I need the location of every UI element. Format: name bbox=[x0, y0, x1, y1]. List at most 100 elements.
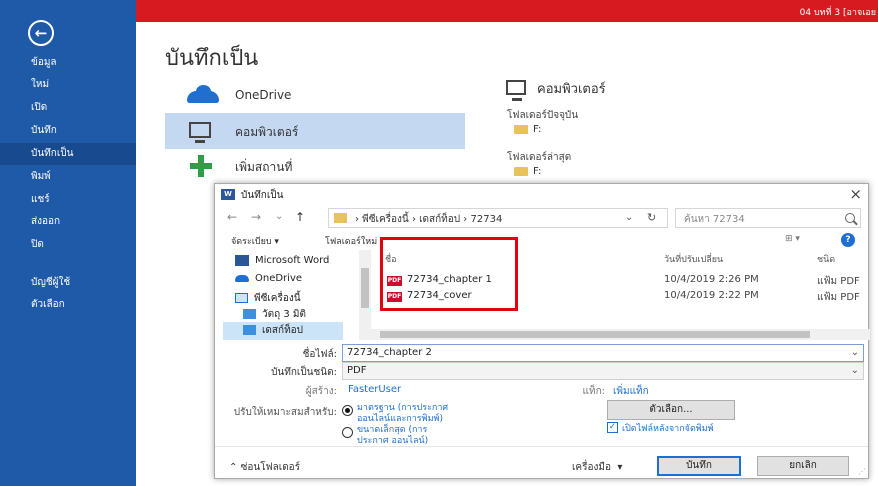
word-icon bbox=[235, 254, 249, 266]
file-type: แฟ้ม PDF bbox=[817, 292, 860, 303]
up-icon[interactable]: ↑ bbox=[295, 210, 305, 224]
onedrive-icon bbox=[235, 274, 249, 282]
sidebar-item-options[interactable]: ตัวเลือก bbox=[0, 294, 136, 316]
folder-icon bbox=[514, 124, 528, 134]
filetype-label: บันทึกเป็นชนิด: bbox=[271, 367, 337, 378]
open-after-checkbox[interactable]: ✓ bbox=[607, 422, 618, 433]
search-input[interactable]: ค้นหา 72734 bbox=[675, 208, 861, 228]
sidebar-item-save-as[interactable]: บันทึกเป็น bbox=[0, 143, 136, 165]
nav-item-desktop[interactable]: เดสก์ท็อป bbox=[223, 322, 343, 340]
current-folder-item[interactable]: F: bbox=[514, 124, 541, 135]
chevron-down-icon[interactable]: ⌄ bbox=[851, 347, 859, 358]
sidebar-item-print[interactable]: พิมพ์ bbox=[0, 166, 136, 188]
chevron-down-icon[interactable]: ⌄ bbox=[851, 365, 859, 376]
author-value[interactable]: FasterUser bbox=[348, 384, 401, 395]
nav-item-label: Microsoft Word bbox=[255, 255, 330, 266]
close-icon[interactable]: × bbox=[849, 185, 862, 203]
search-icon[interactable] bbox=[845, 213, 855, 223]
radio-minimum[interactable] bbox=[342, 427, 353, 438]
page-title: บันทึกเป็น bbox=[165, 46, 259, 71]
dialog-title: บันทึกเป็น bbox=[241, 190, 284, 201]
filename-value: 72734_chapter 2 bbox=[347, 347, 432, 358]
file-modified: 10/4/2019 2:26 PM bbox=[664, 274, 759, 285]
document-title: 04 บทที่ 3 [อาจเอย bbox=[799, 8, 876, 18]
computer-heading-text: คอมพิวเตอร์ bbox=[537, 82, 606, 97]
tools-label: เครื่องมือ bbox=[572, 462, 611, 473]
nav-item-onedrive[interactable]: OneDrive bbox=[235, 270, 302, 288]
scrollbar-thumb[interactable] bbox=[380, 331, 810, 338]
sidebar-item-export[interactable]: ส่งออก bbox=[0, 211, 136, 233]
sidebar-item-close[interactable]: ปิด bbox=[0, 234, 136, 256]
recent-folder-label: โฟลเดอร์ล่าสุด bbox=[507, 152, 572, 163]
word-save-as-screen: ← ข้อมูล ใหม่ เปิด บันทึก บันทึกเป็น พิม… bbox=[0, 0, 878, 486]
backstage-sidebar: ← ข้อมูล ใหม่ เปิด บันทึก บันทึกเป็น พิม… bbox=[0, 0, 136, 486]
help-icon[interactable]: ? bbox=[841, 233, 855, 247]
file-list-scrollbar[interactable] bbox=[365, 329, 870, 340]
refresh-icon[interactable]: ↻ bbox=[647, 211, 656, 224]
current-folder-label: โฟลเดอร์ปัจจุบัน bbox=[507, 110, 579, 121]
organize-button[interactable]: จัดระเบียบ ▾ bbox=[231, 234, 279, 248]
dialog-titlebar: W บันทึกเป็น × bbox=[215, 184, 868, 206]
nav-item-label: วัตถุ 3 มิติ bbox=[262, 309, 306, 320]
back-icon[interactable]: ← bbox=[227, 210, 237, 224]
recent-folder-item[interactable]: F: bbox=[514, 166, 541, 177]
nav-item-label: เดสก์ท็อป bbox=[262, 325, 304, 336]
nav-item-label: OneDrive bbox=[255, 273, 303, 284]
filename-input[interactable]: 72734_chapter 2 ⌄ bbox=[342, 344, 864, 362]
location-add-place[interactable]: เพิ่มสถานที่ bbox=[165, 148, 465, 184]
save-button[interactable]: บันทึก bbox=[657, 456, 741, 476]
options-button[interactable]: ตัวเลือก... bbox=[607, 400, 735, 420]
location-onedrive[interactable]: OneDrive bbox=[165, 78, 465, 114]
column-header-modified[interactable]: วันที่ปรับเปลี่ยน bbox=[664, 252, 723, 266]
divider bbox=[215, 446, 868, 447]
address-dropdown-icon[interactable]: ⌄ bbox=[625, 212, 633, 223]
hide-folders-button[interactable]: ⌃ ซ่อนโฟลเดอร์ bbox=[229, 460, 300, 475]
radio-standard-label[interactable]: มาตรฐาน (การประกาศ ออนไลน์และการพิมพ์) bbox=[357, 403, 453, 425]
location-label: OneDrive bbox=[235, 88, 292, 102]
sidebar-item-new[interactable]: ใหม่ bbox=[0, 74, 136, 96]
navigation-bar: ← → ⌄ ↑ › พีซีเครื่องนี้ › เดสก์ท็อป › 7… bbox=[215, 206, 868, 230]
forward-icon[interactable]: → bbox=[251, 210, 261, 224]
recent-locations-icon[interactable]: ⌄ bbox=[275, 211, 283, 222]
tags-label: แท็ก: bbox=[582, 386, 605, 397]
breadcrumb[interactable]: › พีซีเครื่องนี้ › เดสก์ท็อป › 72734 bbox=[355, 212, 502, 227]
tools-dropdown[interactable]: เครื่องมือ ▾ bbox=[572, 460, 622, 475]
radio-standard[interactable] bbox=[342, 405, 353, 416]
sidebar-item-open[interactable]: เปิด bbox=[0, 97, 136, 119]
dialog-toolbar: จัดระเบียบ ▾ โฟลเดอร์ใหม่ ⊞ ▾ ? bbox=[215, 230, 868, 250]
filetype-value: PDF bbox=[347, 365, 367, 376]
computer-icon bbox=[506, 80, 526, 101]
file-modified: 10/4/2019 2:22 PM bbox=[664, 290, 759, 301]
save-as-dialog: W บันทึกเป็น × ← → ⌄ ↑ › พีซีเครื่องนี้ … bbox=[214, 183, 870, 479]
this-pc-icon bbox=[235, 293, 248, 303]
filetype-select[interactable]: PDF ⌄ bbox=[342, 362, 864, 380]
current-folder-name: F: bbox=[533, 124, 542, 135]
hide-folders-label: ซ่อนโฟลเดอร์ bbox=[240, 462, 301, 473]
filename-label: ชื่อไฟล์: bbox=[302, 349, 337, 360]
title-bar: 04 บทที่ 3 [อาจเอย bbox=[136, 0, 878, 22]
new-folder-button[interactable]: โฟลเดอร์ใหม่ bbox=[325, 234, 377, 248]
location-computer[interactable]: คอมพิวเตอร์ bbox=[165, 113, 465, 149]
resize-grip-icon[interactable]: ⋰ bbox=[858, 467, 866, 476]
back-arrow-icon[interactable]: ← bbox=[28, 20, 54, 46]
sidebar-item-account[interactable]: บัญชีผู้ใช้ bbox=[0, 272, 136, 294]
radio-minimum-label[interactable]: ขนาดเล็กสุด (การประกาศ ออนไลน์) bbox=[357, 425, 453, 447]
tags-value[interactable]: เพิ่มแท็ก bbox=[613, 384, 649, 399]
column-header-type[interactable]: ชนิด bbox=[817, 252, 835, 266]
nav-item-microsoft-word[interactable]: Microsoft Word bbox=[235, 252, 329, 270]
computer-icon bbox=[189, 122, 211, 143]
open-after-label[interactable]: เปิดไฟล์หลังจากจัดพิมพ์ bbox=[622, 421, 714, 435]
file-type: แฟ้ม PDF bbox=[817, 276, 860, 287]
onedrive-icon bbox=[187, 85, 219, 103]
3d-objects-icon bbox=[243, 309, 256, 319]
sidebar-item-save[interactable]: บันทึก bbox=[0, 120, 136, 142]
sidebar-item-info[interactable]: ข้อมูล bbox=[0, 52, 136, 74]
address-bar[interactable]: › พีซีเครื่องนี้ › เดสก์ท็อป › 72734 ⌄ ↻ bbox=[328, 208, 668, 228]
view-options-icon[interactable]: ⊞ ▾ bbox=[785, 234, 800, 244]
search-placeholder: ค้นหา 72734 bbox=[684, 214, 745, 225]
sidebar-item-share[interactable]: แชร์ bbox=[0, 189, 136, 211]
location-label: คอมพิวเตอร์ bbox=[235, 125, 299, 139]
folder-icon bbox=[334, 213, 347, 223]
recent-folder-name: F: bbox=[533, 166, 542, 177]
cancel-button[interactable]: ยกเลิก bbox=[757, 456, 849, 476]
